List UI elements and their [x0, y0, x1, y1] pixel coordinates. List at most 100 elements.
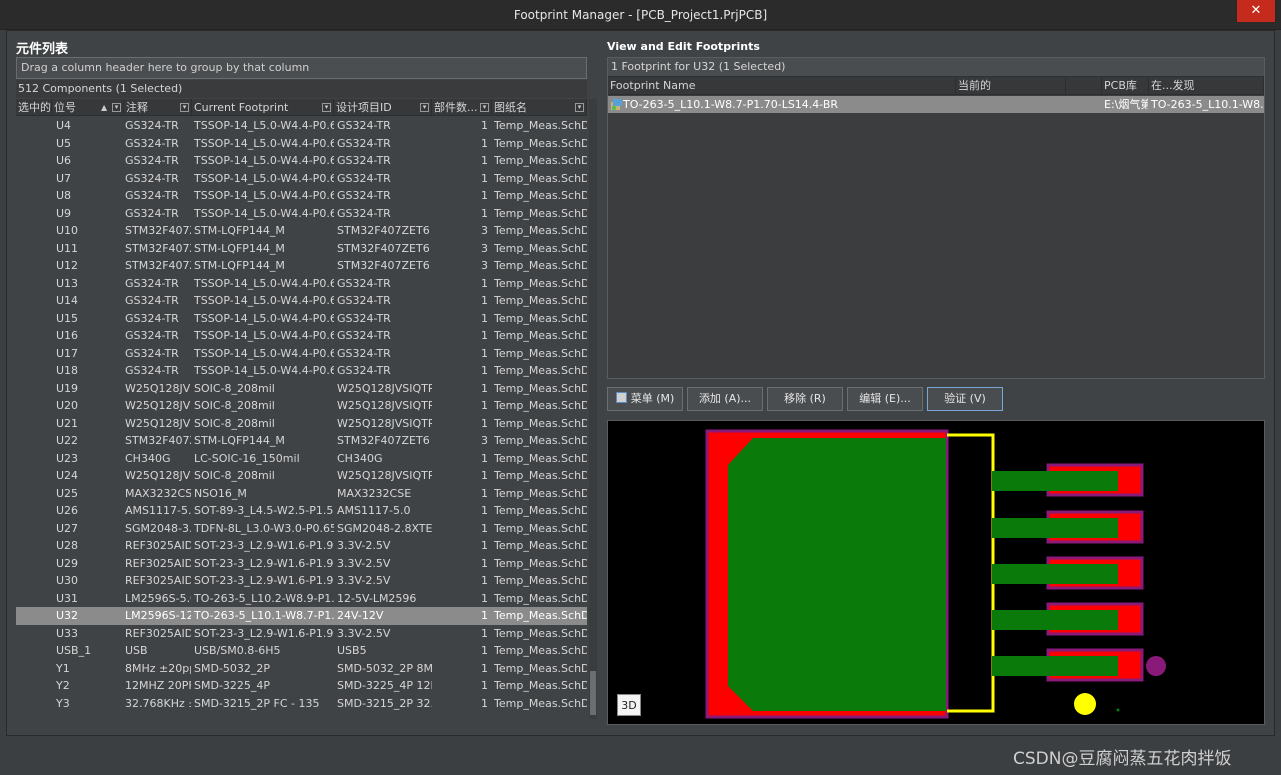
footprint-current	[958, 96, 1063, 113]
table-cell: 12MHZ 20PF	[125, 679, 191, 692]
table-row[interactable]: U27 SGM2048-3.3TDFN-8L_L3.0-W3.0-P0.65-LS…	[16, 520, 587, 538]
sort-asc-icon: ▲	[101, 103, 108, 112]
table-cell: 1	[481, 381, 488, 395]
table-row[interactable]: Y3 32.768KHz ± SMD-3215_2P FC - 135 SMD-321…	[16, 695, 587, 713]
group-by-drop-area[interactable]: Drag a column header here to group by th…	[16, 57, 587, 79]
table-row[interactable]: U28 REF3025AIDESOT-23-3_L2.9-W1.6-P1.90-3…	[16, 537, 587, 555]
filter-icon[interactable]: ▾	[420, 103, 429, 112]
remove-button[interactable]: 移除 (R)	[767, 387, 843, 411]
close-button[interactable]: ✕	[1237, 0, 1275, 22]
table-row[interactable]: U12 STM32F407Z STM-LQFP144_M STM32F407ZET6 3…	[16, 257, 587, 275]
table-cell: Temp_Meas.SchDo	[494, 294, 587, 307]
col-designator[interactable]: 位号 ▲ ▾	[52, 99, 124, 116]
table-row[interactable]: U18 GS324-TR TSSOP-14_L5.0-W4.4-P0.65- GS32…	[16, 362, 587, 380]
filter-icon[interactable]: ▾	[112, 103, 121, 112]
table-row[interactable]: USB_1 USB USB/SM0.8-6H5 USB5 1 Temp_Meas.SchD…	[16, 642, 587, 660]
table-cell: U17	[56, 346, 79, 360]
table-cell: Temp_Meas.SchDo	[494, 346, 587, 360]
table-row[interactable]: U21 W25Q128JVS SOIC-8_208mil W25Q128JVSIQTR…	[16, 415, 587, 433]
table-cell: SMD-3225_4P	[194, 679, 271, 692]
menu-button[interactable]: 菜单 (M)	[607, 387, 683, 411]
table-cell: GS324-TR	[337, 206, 391, 220]
table-cell: TSSOP-14_L5.0-W4.4-P0.65-	[194, 294, 334, 307]
table-row[interactable]: U31 LM2596S-5.0 TO-263-5_L10.2-W8.9-P1.70 1…	[16, 590, 587, 608]
filter-icon[interactable]: ▾	[575, 103, 584, 112]
footprint-preview[interactable]: 3D	[607, 420, 1265, 725]
table-cell: Temp_Meas.SchDo	[494, 189, 587, 202]
col-footprint-name[interactable]: Footprint Name	[608, 77, 956, 95]
col-current[interactable]: 当前的	[956, 77, 1066, 95]
table-row[interactable]: U20 W25Q128JVS SOIC-8_208mil W25Q128JVSIQTR…	[16, 397, 587, 415]
table-row[interactable]: U6 GS324-TR TSSOP-14_L5.0-W4.4-P0.65- GS324…	[16, 152, 587, 170]
col-part-count[interactable]: 部件数... ▾	[432, 99, 492, 116]
table-row[interactable]: U30 REF3025AIDESOT-23-3_L2.9-W1.6-P1.90-3…	[16, 572, 587, 590]
table-row[interactable]: U23 CH340G LC-SOIC-16_150mil CH340G 1 Temp_Me…	[16, 450, 587, 468]
table-row[interactable]: U22 STM32F407Z STM-LQFP144_M STM32F407ZET6 3…	[16, 432, 587, 450]
table-cell: Temp_Meas.SchDo	[494, 364, 587, 377]
table-row[interactable]: U7 GS324-TR TSSOP-14_L5.0-W4.4-P0.65- GS324…	[16, 170, 587, 188]
filter-icon[interactable]: ▾	[322, 103, 331, 112]
table-cell: USB	[125, 644, 148, 657]
table-cell: Temp_Meas.SchDo	[494, 416, 587, 430]
table-cell: 3	[481, 241, 488, 255]
table-row[interactable]: U33 REF3025AIDESOT-23-3_L2.9-W1.6-P1.90-3…	[16, 625, 587, 643]
scrollbar-thumb[interactable]	[590, 671, 596, 715]
table-row[interactable]: U32 LM2596S-12 TO-263-5_L10.1-W8.7-P1.70 24…	[16, 607, 587, 625]
table-cell: U13	[56, 276, 79, 290]
col-found-in[interactable]: 在...发现	[1149, 77, 1264, 95]
table-cell: REF3025AIDE	[125, 626, 191, 640]
table-row[interactable]: U9 GS324-TR TSSOP-14_L5.0-W4.4-P0.65- GS324…	[16, 205, 587, 223]
table-row[interactable]: U10 STM32F407Z STM-LQFP144_M STM32F407ZET6 3…	[16, 222, 587, 240]
table-cell: USB/SM0.8-6H5	[194, 644, 281, 657]
table-cell: U31	[56, 591, 79, 605]
col-comment[interactable]: 注释 ▾	[124, 99, 192, 116]
footprint-row[interactable]: TO-263-5_L10.1-W8.7-P1.70-LS14.4-BR E:\烟…	[608, 96, 1264, 113]
table-row[interactable]: U29 REF3025AIDESOT-23-3_L2.9-W1.6-P1.90-3…	[16, 555, 587, 573]
table-row[interactable]: U5 GS324-TR TSSOP-14_L5.0-W4.4-P0.65- GS324…	[16, 135, 587, 153]
col-pcb-library[interactable]: PCB库	[1102, 77, 1149, 95]
table-cell: TSSOP-14_L5.0-W4.4-P0.65-	[194, 311, 334, 325]
col-selected[interactable]: 选中的	[16, 99, 52, 116]
edit-button[interactable]: 编辑 (E)...	[847, 387, 923, 411]
table-cell: Temp_Meas.SchDo	[494, 609, 587, 622]
table-row[interactable]: U13 GS324-TR TSSOP-14_L5.0-W4.4-P0.65- GS32…	[16, 275, 587, 293]
footprint-list-panel: 1 Footprint for U32 (1 Selected) Footpri…	[607, 57, 1265, 379]
table-row[interactable]: U4 GS324-TR TSSOP-14_L5.0-W4.4-P0.65- GS324…	[16, 117, 587, 135]
table-row[interactable]: U14 GS324-TR TSSOP-14_L5.0-W4.4-P0.65- GS32…	[16, 292, 587, 310]
filter-icon[interactable]: ▾	[480, 103, 489, 112]
table-row[interactable]: U26 AMS1117-5.0SOT-89-3_L4.5-W2.5-P1.50-A…	[16, 502, 587, 520]
table-row[interactable]: Y2 12MHZ 20PF SMD-3225_4P SMD-3225_4P 12M 1 T…	[16, 677, 587, 695]
add-button[interactable]: 添加 (A)...	[687, 387, 763, 411]
table-cell: Temp_Meas.SchDo	[494, 504, 587, 517]
component-count: 512 Components (1 Selected)	[16, 80, 587, 98]
table-cell: 32.768KHz ±	[125, 696, 191, 710]
table-row[interactable]: U25MAX3232CSENSO16_MMAX3232CSE1Temp_Meas…	[16, 485, 587, 503]
table-row[interactable]: U16 GS324-TR TSSOP-14_L5.0-W4.4-P0.65- GS32…	[16, 327, 587, 345]
footprint-grid-header: Footprint Name 当前的 PCB库 在...发现	[608, 77, 1264, 95]
table-row[interactable]: U24 W25Q128JVS SOIC-8_208mil W25Q128JVSIQTR…	[16, 467, 587, 485]
component-grid: U4 GS324-TR TSSOP-14_L5.0-W4.4-P0.65- GS324…	[16, 117, 587, 717]
table-row[interactable]: U8 GS324-TR TSSOP-14_L5.0-W4.4-P0.65- GS324…	[16, 187, 587, 205]
table-row[interactable]: Y1 8MHz ±20pp SMD-5032_2P SMD-5032_2P 8MH 1 T…	[16, 660, 587, 678]
table-row[interactable]: U19 W25Q128JVS SOIC-8_208mil W25Q128JVSIQTR…	[16, 380, 587, 398]
3d-view-button[interactable]: 3D	[617, 694, 641, 716]
validate-button[interactable]: 验证 (V)	[927, 387, 1003, 411]
table-cell: Temp_Meas.SchDo	[494, 539, 587, 552]
table-cell: 1	[481, 696, 488, 710]
col-design-item-id[interactable]: 设计项目ID ▾	[334, 99, 432, 116]
table-cell: 12-5V-LM2596	[337, 591, 417, 605]
pin-pads	[992, 463, 1144, 682]
table-cell: STM32F407ZET6	[337, 434, 430, 447]
table-cell: 1	[481, 154, 488, 167]
col-current-footprint[interactable]: Current Footprint ▾	[192, 99, 334, 116]
table-row[interactable]: U11 STM32F407Z STM-LQFP144_M STM32F407ZET6 3…	[16, 240, 587, 258]
component-grid-scrollbar[interactable]	[589, 99, 597, 719]
table-row[interactable]: U17 GS324-TR TSSOP-14_L5.0-W4.4-P0.65- GS32…	[16, 345, 587, 363]
filter-icon[interactable]: ▾	[180, 103, 189, 112]
table-cell: 1	[481, 556, 488, 570]
table-cell: REF3025AIDE	[125, 539, 191, 552]
footprint-name: TO-263-5_L10.1-W8.7-P1.70-LS14.4-BR	[623, 98, 839, 111]
col-sheet-name[interactable]: 图纸名 ▾	[492, 99, 587, 116]
table-row[interactable]: U15 GS324-TR TSSOP-14_L5.0-W4.4-P0.65- GS32…	[16, 310, 587, 328]
table-cell: STM32F407Z	[125, 241, 191, 255]
